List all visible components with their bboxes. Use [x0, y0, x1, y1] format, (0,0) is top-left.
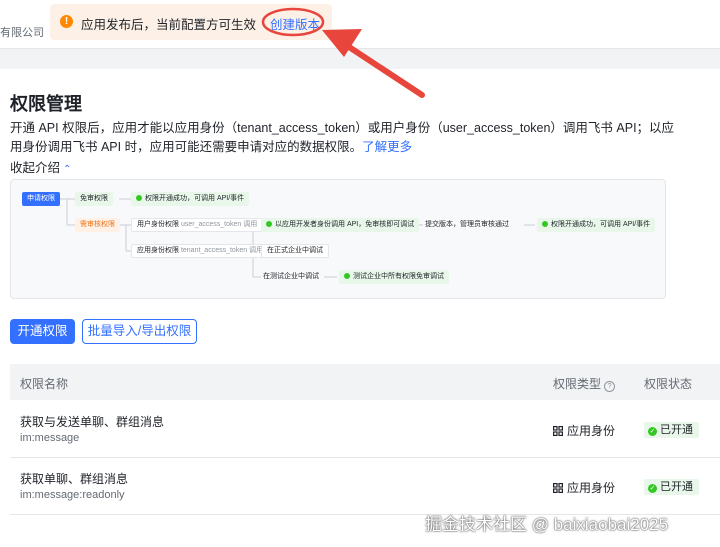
learn-more-link[interactable]: 了解更多	[362, 140, 412, 154]
permission-type: 应用身份	[553, 479, 615, 496]
permission-flow-diagram: 申请权限 免审权限 权限开通成功，可调用 API/事件 需审核权限 用户身份权限…	[10, 179, 666, 299]
flow-user-token: user_access_token 调用	[180, 221, 258, 228]
flow-no-review-result-text: 权限开通成功，可调用 API/事件	[145, 195, 245, 202]
flow-final-result-text: 权限开通成功，可调用 API/事件	[551, 221, 651, 228]
permission-type-label: 应用身份	[567, 424, 616, 438]
flow-submit: 提交版本，管理员审核通过	[425, 221, 509, 228]
notice-message: 应用发布后，当前配置方可生效	[81, 18, 257, 32]
flow-user-identity: 用户身份权限 user_access_token 调用	[131, 218, 264, 232]
grid-icon	[553, 426, 563, 436]
page-title: 权限管理	[10, 94, 82, 114]
warning-icon: !	[60, 15, 73, 28]
flow-app-identity: 应用身份权限 tenant_access_token 调用	[131, 244, 270, 258]
grid-icon	[553, 483, 563, 493]
help-icon[interactable]: ?	[604, 381, 616, 392]
company-name: 有限公司	[0, 27, 44, 39]
chevron-up-icon: ⌃	[63, 164, 72, 175]
permission-name: 获取单聊、群组消息	[20, 472, 129, 486]
success-dot-icon	[344, 273, 350, 279]
flow-need-review: 需审核权限	[75, 218, 120, 232]
check-circle-icon: ✓	[648, 484, 657, 493]
status-badge: ✓ 已开通	[644, 422, 699, 438]
column-type-label: 权限类型	[553, 377, 602, 391]
flow-apply: 申请权限	[22, 192, 60, 206]
permission-type-label: 应用身份	[567, 481, 616, 495]
flow-test-result: 测试企业中所有权限免审调试	[339, 270, 449, 284]
create-version-link[interactable]: 创建版本	[270, 14, 320, 33]
publish-notice: ! 应用发布后，当前配置方可生效 创建版本	[50, 4, 332, 40]
status-label: 已开通	[660, 481, 693, 493]
column-name: 权限名称	[20, 377, 69, 391]
collapse-label: 收起介绍	[10, 161, 61, 175]
flow-test-debug: 在测试企业中调试	[263, 273, 319, 280]
permission-name: 获取与发送单聊、群组消息	[20, 415, 165, 429]
flow-user-debug-text: 以应用开发者身份调用 API，免审核即可调试	[275, 221, 415, 228]
check-circle-icon: ✓	[648, 427, 657, 436]
flow-user-debug: 以应用开发者身份调用 API，免审核即可调试	[261, 218, 420, 232]
column-status: 权限状态	[644, 377, 693, 391]
top-bar: 有限公司 ! 应用发布后，当前配置方可生效 创建版本	[0, 0, 720, 48]
header-divider	[0, 48, 720, 69]
flow-no-review-result: 权限开通成功，可调用 API/事件	[131, 192, 250, 206]
permission-description: 开通 API 权限后，应用才能以应用身份（tenant_access_token…	[10, 119, 675, 157]
status-label: 已开通	[660, 424, 693, 436]
success-dot-icon	[266, 221, 272, 227]
permission-code: im:message:readonly	[20, 489, 125, 501]
flow-final-result: 权限开通成功，可调用 API/事件	[537, 218, 656, 232]
table-header: 权限名称 权限类型? 权限状态	[10, 364, 720, 400]
table-row[interactable]: 获取与发送单聊、群组消息 im:message 应用身份 ✓ 已开通	[10, 401, 720, 458]
permission-code: im:message	[20, 432, 80, 444]
batch-import-export-button[interactable]: 批量导入/导出权限	[82, 319, 197, 344]
description-text: 开通 API 权限后，应用才能以应用身份（tenant_access_token…	[10, 121, 675, 154]
flow-user-identity-text: 用户身份权限	[137, 221, 179, 228]
permission-type: 应用身份	[553, 422, 615, 439]
success-dot-icon	[136, 195, 142, 201]
page: 有限公司 ! 应用发布后，当前配置方可生效 创建版本 权限管理 开通 API 权…	[0, 0, 720, 547]
flow-no-review: 免审权限	[75, 192, 113, 206]
collapse-intro-toggle[interactable]: 收起介绍 ⌃	[10, 157, 71, 176]
flow-app-token: tenant_access_token 调用	[180, 247, 264, 254]
flow-app-identity-text: 应用身份权限	[137, 247, 179, 254]
enable-permission-button[interactable]: 开通权限	[10, 319, 75, 344]
flow-test-result-text: 测试企业中所有权限免审调试	[353, 273, 444, 280]
table-row[interactable]: 获取单聊、群组消息 im:message:readonly 应用身份 ✓ 已开通	[10, 458, 720, 515]
success-dot-icon	[542, 221, 548, 227]
status-badge: ✓ 已开通	[644, 479, 699, 495]
column-type: 权限类型?	[553, 375, 616, 392]
flow-formal-debug: 在正式企业中调试	[261, 244, 329, 258]
watermark: 掘金技术社区 @ baixiaobai2025	[425, 515, 669, 534]
